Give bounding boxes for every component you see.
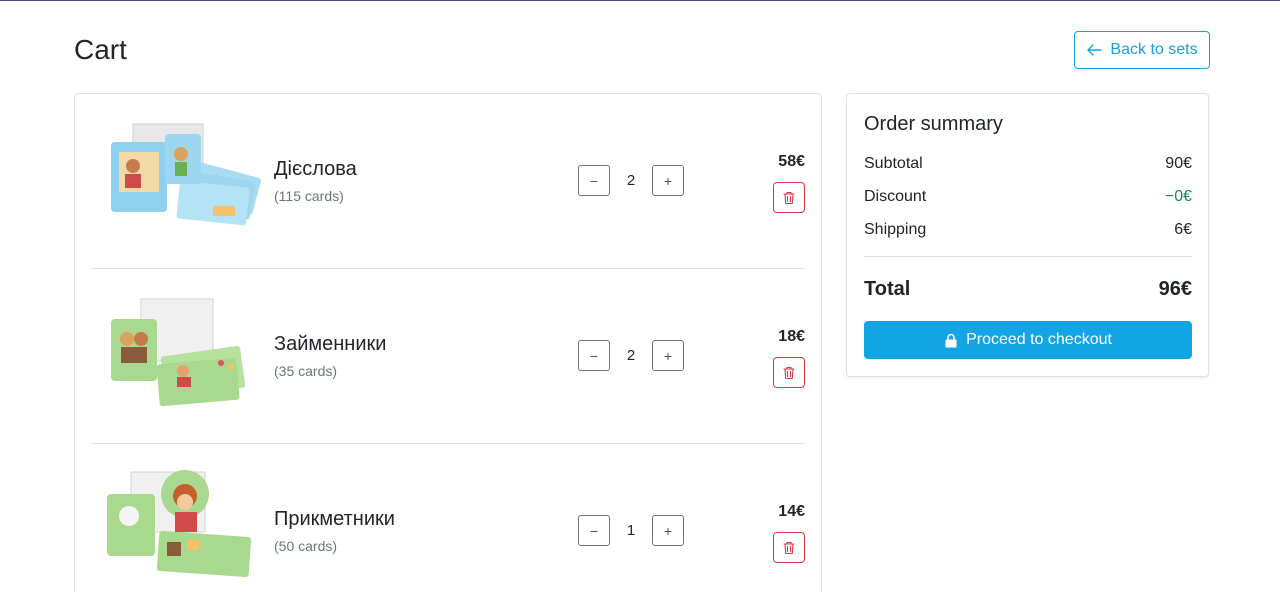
cart-item: Дієслова (115 cards) − 2 + 58€ — [91, 94, 805, 269]
subtotal-row: Subtotal 90€ — [864, 155, 1192, 173]
trash-icon — [783, 191, 795, 204]
product-image — [103, 289, 263, 409]
item-price: 58€ — [778, 153, 805, 170]
order-summary-title: Order summary — [864, 113, 1003, 135]
discount-row: Discount −0€ — [864, 188, 1192, 206]
shipping-row: Shipping 6€ — [864, 221, 1192, 239]
order-summary-panel: Order summary Subtotal 90€ Discount −0€ … — [846, 93, 1209, 377]
checkout-button[interactable]: Proceed to checkout — [864, 321, 1192, 359]
decrease-quantity-button[interactable]: − — [578, 340, 610, 371]
back-to-sets-label: Back to sets — [1110, 41, 1198, 58]
total-value: 96€ — [1158, 278, 1192, 300]
decrease-quantity-button[interactable]: − — [578, 165, 610, 196]
item-name: Займенники — [274, 333, 387, 355]
item-card-count: (115 cards) — [274, 188, 344, 204]
item-name: Дієслова — [274, 158, 357, 180]
trash-icon — [783, 366, 795, 379]
item-name: Прикметники — [274, 508, 395, 530]
remove-item-button[interactable] — [773, 357, 805, 388]
product-image — [103, 464, 263, 584]
shipping-value: 6€ — [1174, 221, 1192, 238]
product-image — [103, 114, 263, 234]
remove-item-button[interactable] — [773, 532, 805, 563]
item-price: 18€ — [778, 328, 805, 345]
increase-quantity-button[interactable]: + — [652, 340, 684, 371]
remove-item-button[interactable] — [773, 182, 805, 213]
total-label: Total — [864, 278, 911, 300]
total-row: Total 96€ — [864, 278, 1192, 301]
increase-quantity-button[interactable]: + — [652, 165, 684, 196]
lock-icon — [945, 333, 957, 347]
subtotal-value: 90€ — [1165, 155, 1192, 172]
increase-quantity-button[interactable]: + — [652, 515, 684, 546]
item-card-count: (50 cards) — [274, 538, 338, 554]
quantity-value[interactable]: 1 — [610, 515, 652, 546]
quantity-stepper: − 2 + — [578, 165, 684, 196]
cart-item: Займенники (35 cards) − 2 + 18€ — [91, 269, 805, 444]
quantity-stepper: − 1 + — [578, 515, 684, 546]
summary-divider — [864, 256, 1192, 257]
item-price: 14€ — [778, 503, 805, 520]
cart-item: Прикметники (50 cards) − 1 + 14€ — [91, 444, 805, 592]
cart-panel: Дієслова (115 cards) − 2 + 58€ Займенник… — [74, 93, 822, 592]
quantity-value[interactable]: 2 — [610, 165, 652, 196]
item-card-count: (35 cards) — [274, 363, 338, 379]
discount-label: Discount — [864, 188, 927, 205]
back-to-sets-button[interactable]: Back to sets — [1074, 31, 1210, 69]
trash-icon — [783, 541, 795, 554]
page-title: Cart — [74, 34, 127, 65]
quantity-stepper: − 2 + — [578, 340, 684, 371]
arrow-left-icon — [1087, 44, 1103, 56]
shipping-label: Shipping — [864, 221, 927, 238]
quantity-value[interactable]: 2 — [610, 340, 652, 371]
subtotal-label: Subtotal — [864, 155, 923, 172]
checkout-label: Proceed to checkout — [966, 331, 1112, 348]
decrease-quantity-button[interactable]: − — [578, 515, 610, 546]
discount-value: −0€ — [1164, 188, 1192, 205]
